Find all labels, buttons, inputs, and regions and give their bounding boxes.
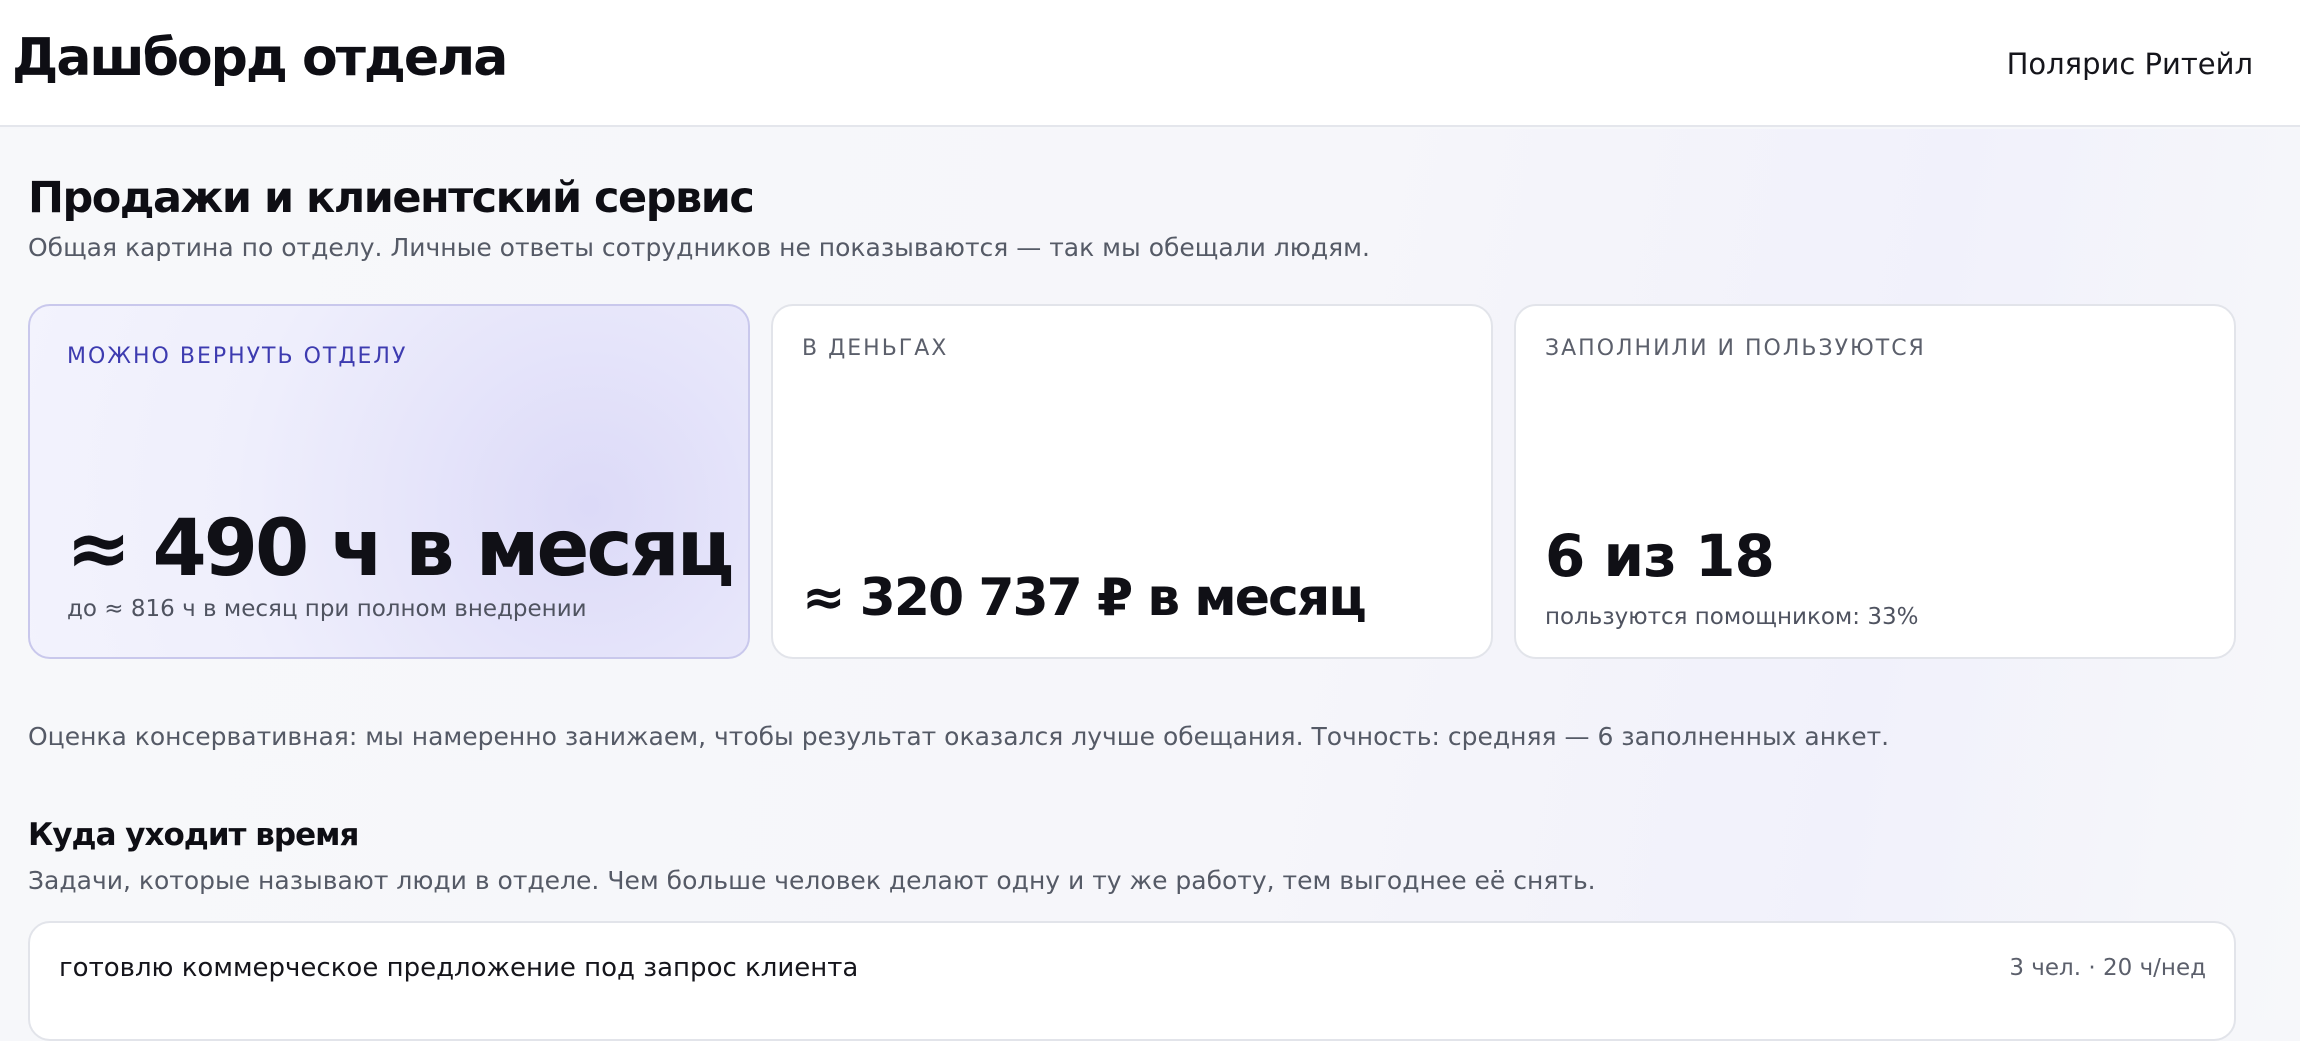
task-row[interactable]: готовлю коммерческое предложение под зап…: [28, 921, 2236, 1041]
estimate-disclaimer: Оценка консервативная: мы намеренно зани…: [28, 722, 1890, 751]
section-title: Продажи и клиентский сервис: [28, 173, 755, 223]
hours-card-note: до ≈ 816 ч в месяц при полном внедрении: [67, 596, 587, 622]
hours-card-label: МОЖНО ВЕРНУТЬ ОТДЕЛУ: [67, 344, 408, 369]
time-section-title: Куда уходит время: [28, 817, 359, 853]
page-title: Дашборд отдела: [12, 28, 508, 88]
adoption-card-note: пользуются помощником: 33%: [1545, 604, 1919, 630]
task-name: готовлю коммерческое предложение под зап…: [59, 953, 859, 983]
task-meta: 3 чел. · 20 ч/нед: [2009, 955, 2206, 981]
dashboard-main: Продажи и клиентский сервис Общая картин…: [0, 129, 2300, 1041]
hours-card: МОЖНО ВЕРНУТЬ ОТДЕЛУ ≈ 490 ч в месяц до …: [28, 304, 750, 659]
adoption-card-value: 6 из 18: [1545, 522, 1775, 590]
section-subtitle: Общая картина по отделу. Личные ответы с…: [28, 233, 1370, 262]
money-card-label: В ДЕНЬГАХ: [802, 336, 949, 361]
organization-name[interactable]: Полярис Ритейл: [2007, 47, 2253, 81]
money-card-value: ≈ 320 737 ₽ в месяц: [802, 568, 1367, 628]
time-section-subtitle: Задачи, которые называют люди в отделе. …: [28, 866, 1596, 895]
money-card: В ДЕНЬГАХ ≈ 320 737 ₽ в месяц: [771, 304, 1493, 659]
hours-card-value: ≈ 490 ч в месяц: [66, 504, 734, 594]
adoption-card: ЗАПОЛНИЛИ И ПОЛЬЗУЮТСЯ 6 из 18 пользуютс…: [1514, 304, 2236, 659]
adoption-card-label: ЗАПОЛНИЛИ И ПОЛЬЗУЮТСЯ: [1545, 336, 1926, 361]
top-bar: Дашборд отдела Полярис Ритейл: [0, 0, 2300, 127]
